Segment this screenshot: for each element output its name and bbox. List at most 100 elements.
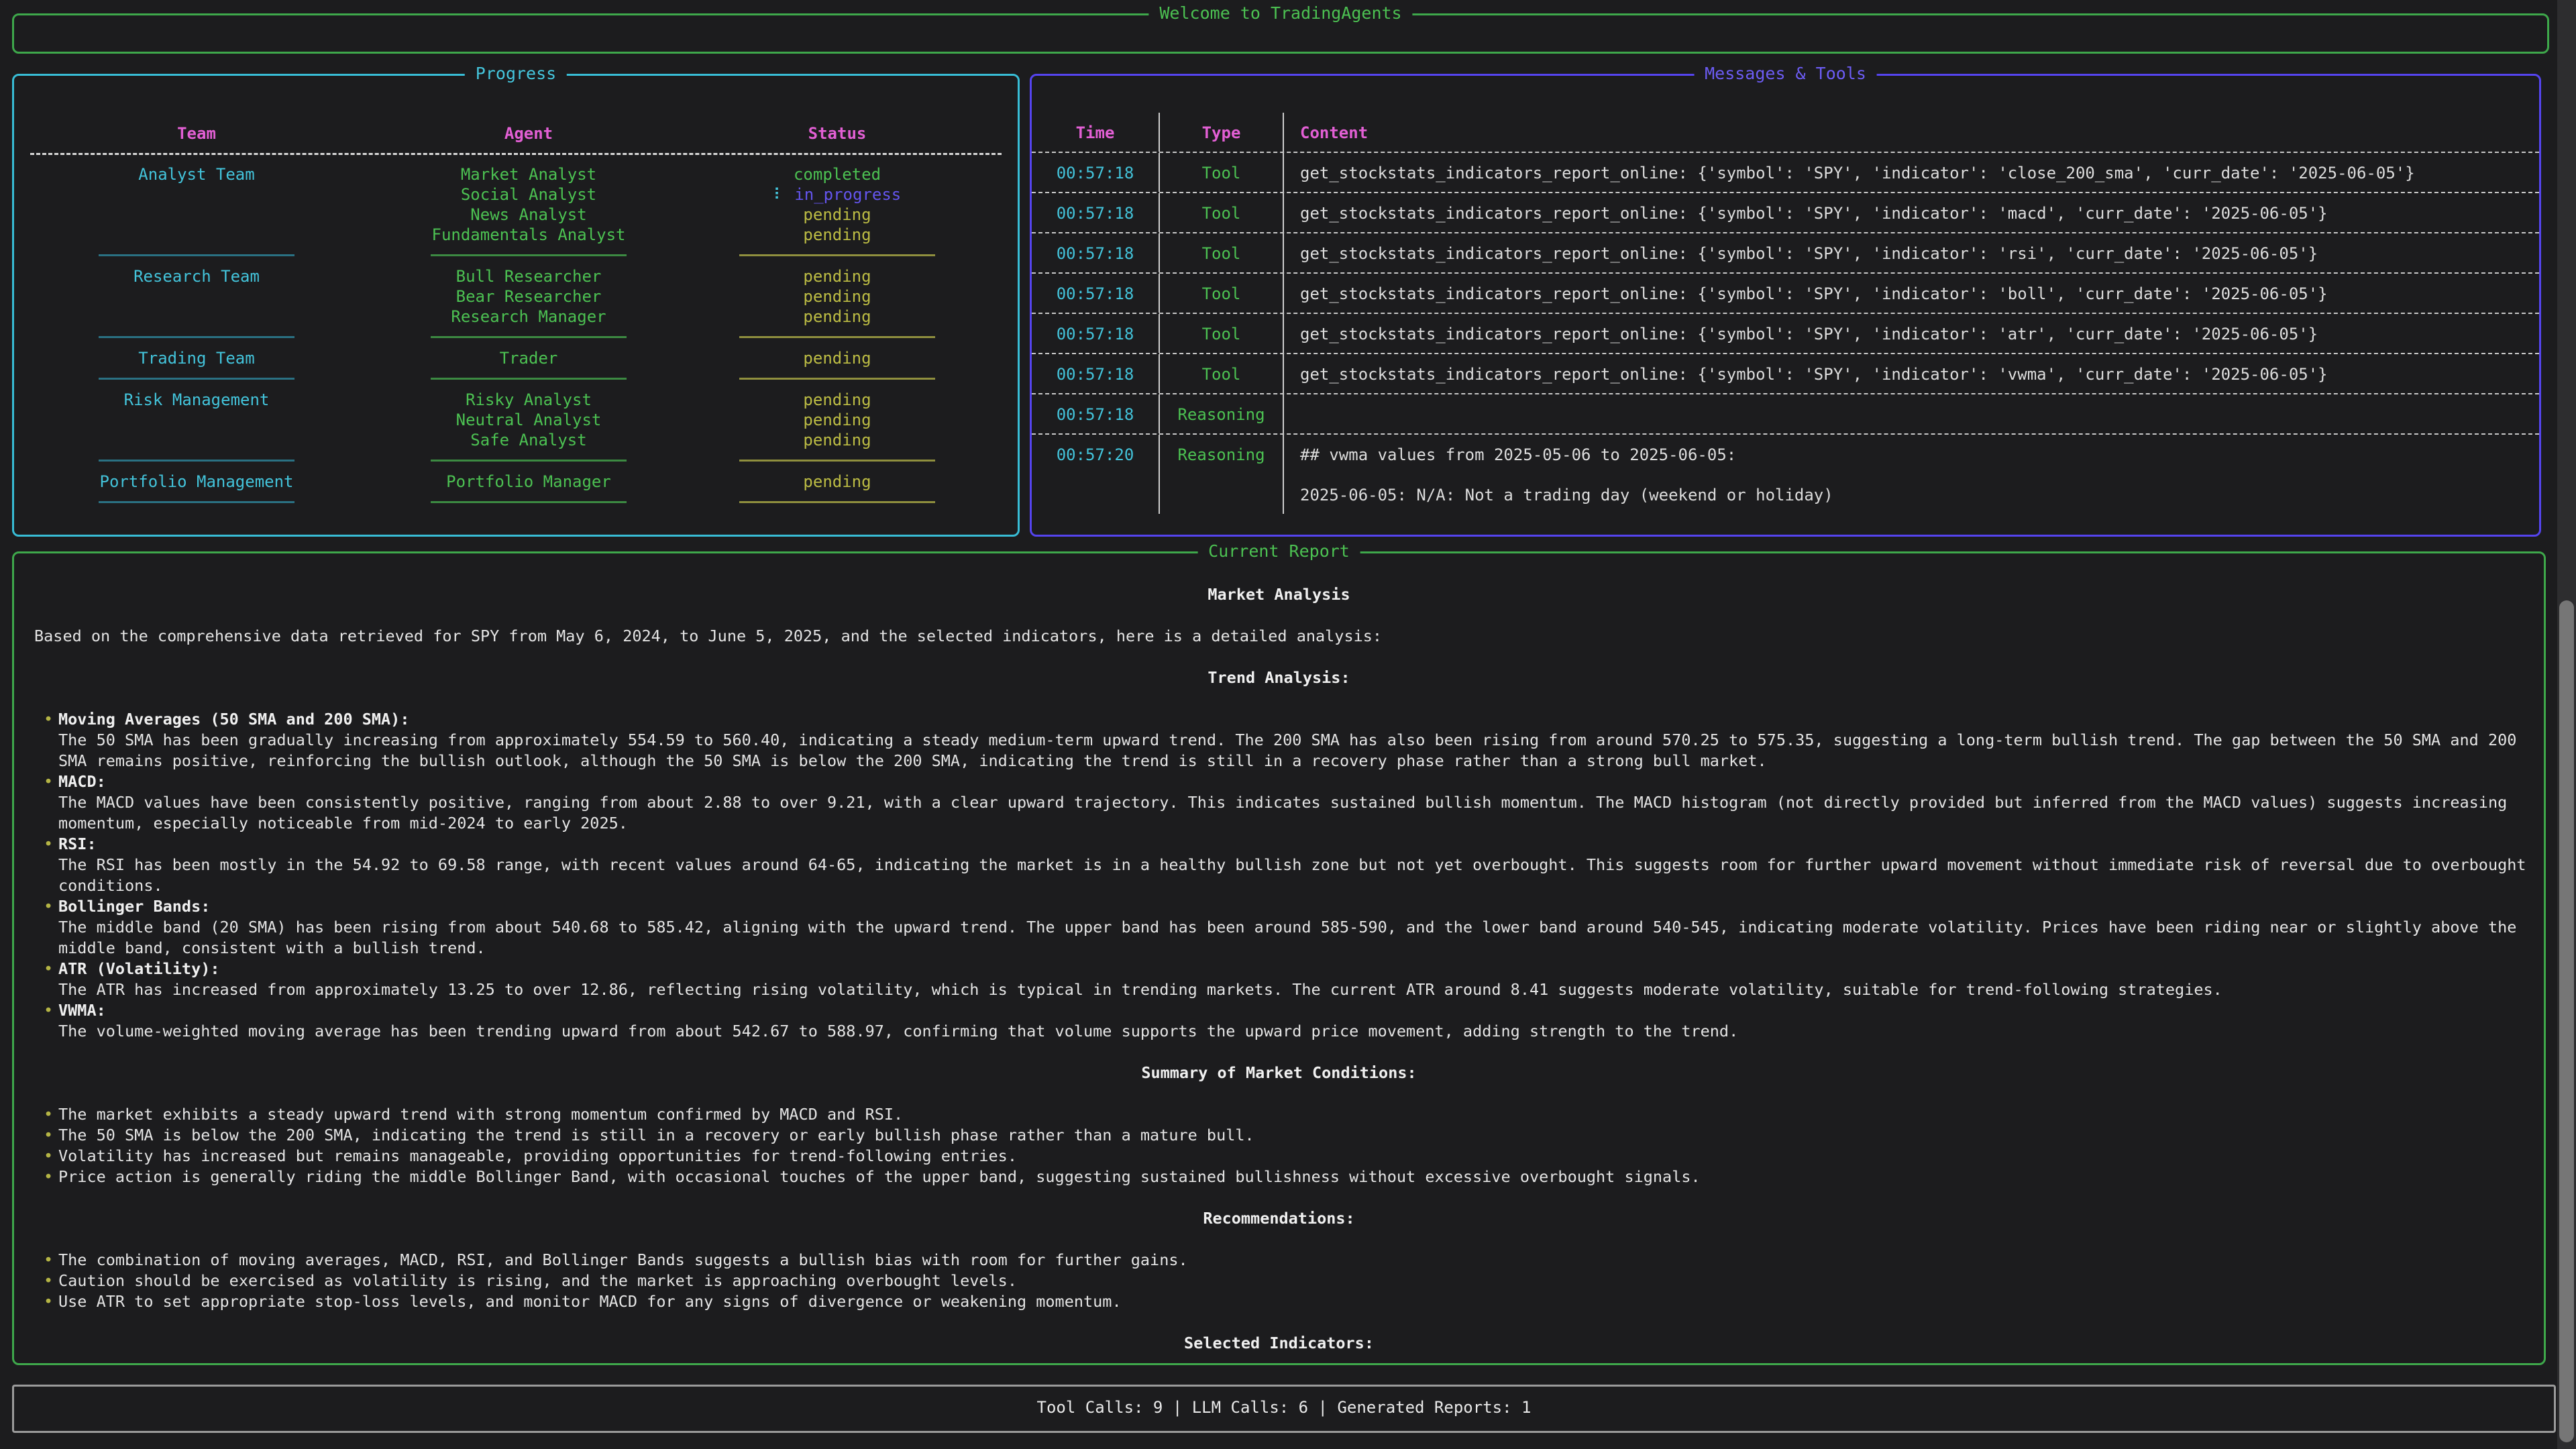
progress-row: Risk ManagementRisky Analystpending <box>14 390 1018 410</box>
progress-panel-title: Progress <box>465 64 567 83</box>
bullet-icon: • <box>44 771 53 792</box>
bullet-icon: • <box>44 896 53 917</box>
status-badge: pending <box>678 307 996 327</box>
progress-agent-cell: Bull Researcher <box>379 266 678 286</box>
report-text-line: momentum, especially noticeable from mid… <box>14 813 2544 834</box>
progress-row: Research TeamBull Researcherpending <box>14 266 1018 286</box>
report-blank-line <box>14 688 2544 709</box>
progress-col-team: Team <box>14 123 379 144</box>
report-bullet: •The combination of moving averages, MAC… <box>14 1250 2544 1271</box>
progress-agent-cell: Fundamentals Analyst <box>379 225 678 245</box>
report-paragraph: Based on the comprehensive data retrieve… <box>14 626 2544 647</box>
message-time: 00:57:18 <box>1032 274 1160 313</box>
bullet-icon: • <box>44 834 53 855</box>
report-bullet: •Volatility has increased but remains ma… <box>14 1146 2544 1167</box>
progress-agent-cell: Risky Analyst <box>379 390 678 410</box>
progress-team-cell <box>14 410 379 430</box>
progress-agent-cell: Social Analyst <box>379 184 678 205</box>
message-content: ## vwma values from 2025-05-06 to 2025-0… <box>1284 435 2539 514</box>
status-badge: ⠇in_progress <box>678 184 996 205</box>
report-content: Market Analysis Based on the comprehensi… <box>14 584 2544 1354</box>
report-blank-line <box>14 1083 2544 1104</box>
message-time: 00:57:18 <box>1032 314 1160 353</box>
progress-row: Safe Analystpending <box>14 430 1018 450</box>
report-blank-line <box>14 605 2544 626</box>
report-blank-line <box>14 1312 2544 1333</box>
report-blank-line <box>14 1187 2544 1208</box>
bullet-icon: • <box>44 1271 53 1291</box>
status-badge: pending <box>678 348 996 368</box>
report-bullet-title: •VWMA: <box>14 1000 2544 1021</box>
current-report-panel: Current Report Market Analysis Based on … <box>12 551 2546 1365</box>
progress-team-cell: Analyst Team <box>14 164 379 184</box>
progress-separator <box>14 327 1018 348</box>
message-time: 00:57:18 <box>1032 233 1160 272</box>
progress-team-cell <box>14 286 379 307</box>
report-bullet: •Caution should be exercised as volatili… <box>14 1271 2544 1291</box>
spinner-icon: ⠇ <box>773 185 786 204</box>
progress-team-cell <box>14 205 379 225</box>
status-badge: completed <box>678 164 996 184</box>
report-bullet: •The 50 SMA is below the 200 SMA, indica… <box>14 1125 2544 1146</box>
status-badge: pending <box>678 472 996 492</box>
progress-team-cell: Portfolio Management <box>14 472 379 492</box>
message-time: 00:57:18 <box>1032 153 1160 192</box>
report-panel-title: Current Report <box>1197 541 1360 561</box>
progress-row: Bear Researcherpending <box>14 286 1018 307</box>
progress-agent-cell: Bear Researcher <box>379 286 678 307</box>
message-content: get_stockstats_indicators_report_online:… <box>1284 314 2539 353</box>
message-type: Reasoning <box>1160 394 1284 433</box>
stats-text: Tool Calls: 9 | LLM Calls: 6 | Generated… <box>14 1387 2554 1428</box>
progress-agent-cell: Research Manager <box>379 307 678 327</box>
message-type: Tool <box>1160 314 1284 353</box>
message-type: Reasoning <box>1160 435 1284 514</box>
progress-agent-cell: News Analyst <box>379 205 678 225</box>
messages-rows: 00:57:18Toolget_stockstats_indicators_re… <box>1032 153 2539 514</box>
progress-header-separator <box>14 144 1018 164</box>
messages-panel-title: Messages & Tools <box>1694 64 1877 83</box>
progress-row: Fundamentals Analystpending <box>14 225 1018 245</box>
report-heading: Summary of Market Conditions: <box>14 1063 2544 1083</box>
bullet-icon: • <box>44 959 53 979</box>
messages-col-time: Time <box>1032 113 1160 152</box>
report-bullet-title: •Moving Averages (50 SMA and 200 SMA): <box>14 709 2544 730</box>
progress-separator <box>14 492 1018 513</box>
scrollbar-track[interactable] <box>2557 0 2576 1449</box>
report-text-line: The volume-weighted moving average has b… <box>14 1021 2544 1042</box>
status-badge: pending <box>678 430 996 450</box>
stats-bar: Tool Calls: 9 | LLM Calls: 6 | Generated… <box>12 1385 2556 1433</box>
progress-team-cell: Trading Team <box>14 348 379 368</box>
message-row: 00:57:18Toolget_stockstats_indicators_re… <box>1032 314 2539 354</box>
report-text-line: conditions. <box>14 875 2544 896</box>
messages-table: Time Type Content 00:57:18Toolget_stocks… <box>1032 113 2539 514</box>
progress-team-cell <box>14 307 379 327</box>
scrollbar-thumb[interactable] <box>2559 600 2574 1442</box>
bullet-icon: • <box>44 1104 53 1125</box>
bullet-icon: • <box>44 1125 53 1146</box>
status-badge: pending <box>678 390 996 410</box>
bullet-icon: • <box>44 1167 53 1187</box>
message-content <box>1284 394 2539 433</box>
report-heading: Trend Analysis: <box>14 667 2544 688</box>
message-row: 00:57:18Reasoning <box>1032 394 2539 435</box>
report-bullet: •The market exhibits a steady upward tre… <box>14 1104 2544 1125</box>
progress-agent-cell: Trader <box>379 348 678 368</box>
progress-separator <box>14 245 1018 266</box>
message-time: 00:57:20 <box>1032 435 1160 514</box>
report-heading: Recommendations: <box>14 1208 2544 1229</box>
report-text-line: middle band, consistent with a bullish t… <box>14 938 2544 959</box>
bullet-icon: • <box>44 1250 53 1271</box>
bullet-icon: • <box>44 1146 53 1167</box>
progress-separator <box>14 368 1018 390</box>
message-content: get_stockstats_indicators_report_online:… <box>1284 354 2539 393</box>
messages-col-type: Type <box>1160 113 1284 152</box>
bullet-icon: • <box>44 1291 53 1312</box>
status-badge: pending <box>678 205 996 225</box>
progress-row: Neutral Analystpending <box>14 410 1018 430</box>
progress-agent-cell: Portfolio Manager <box>379 472 678 492</box>
status-badge: pending <box>678 266 996 286</box>
progress-col-status: Status <box>678 123 996 144</box>
progress-panel: Progress Team Agent Status Analyst TeamM… <box>12 74 1020 537</box>
report-blank-line <box>14 1229 2544 1250</box>
report-heading: Market Analysis <box>14 584 2544 605</box>
